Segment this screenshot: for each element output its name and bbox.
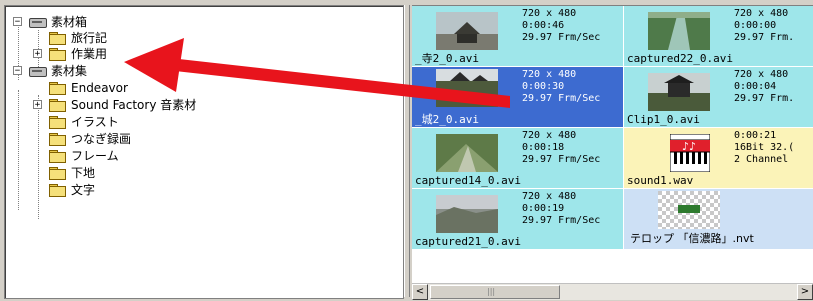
clip-info: 720 x 480 0:00:30 29.97 Frm/Sec — [522, 69, 601, 104]
tree-item-sozaibako[interactable]: − 素材箱 — [13, 14, 113, 30]
video-thumbnail — [436, 69, 498, 107]
clip-filename: captured21_0.avi — [415, 235, 521, 248]
clip-cell[interactable]: 720 x 480 0:00:18 29.97 Frm/Sec captured… — [412, 128, 624, 189]
folder-icon — [49, 184, 66, 197]
horizontal-scrollbar[interactable]: < > — [412, 283, 813, 300]
clip-info: 720 x 480 0:00:18 29.97 Frm/Sec — [522, 130, 601, 165]
clip-filename: _城2_0.avi — [415, 113, 479, 126]
folder-icon — [49, 116, 66, 129]
scroll-thumb[interactable] — [430, 285, 560, 299]
folder-icon — [49, 133, 66, 146]
clip-cell[interactable]: 720 x 480 0:00:00 29.97 Frm. captured22_… — [624, 6, 813, 67]
tree-item-label: Sound Factory 音素材 — [71, 98, 197, 112]
telop-thumbnail — [658, 191, 720, 229]
clip-info: 720 x 480 0:00:19 29.97 Frm/Sec — [522, 191, 601, 226]
tree-item-tsunagi[interactable]: つなぎ録画 — [13, 131, 163, 147]
video-thumbnail — [436, 134, 498, 172]
clip-filename: captured14_0.avi — [415, 174, 521, 187]
folder-icon — [49, 150, 66, 163]
clip-filename: captured22_0.avi — [627, 52, 733, 65]
folder-tree-panel[interactable]: − 素材箱 旅行記 + 作業用 − 素材集 Endeavor + Sound F… — [4, 5, 404, 299]
expand-icon[interactable]: + — [33, 49, 42, 59]
tree-item-label: イラスト — [71, 115, 119, 129]
clip-filename: Clip1_0.avi — [627, 113, 700, 126]
folder-icon — [49, 99, 66, 112]
tree-item-label: 素材箱 — [51, 15, 88, 29]
expand-icon[interactable]: + — [33, 100, 42, 110]
folder-icon — [49, 167, 66, 180]
tree-item-shitaji[interactable]: 下地 — [13, 165, 163, 181]
clip-cell[interactable]: 720 x 480 0:00:04 29.97 Frm. Clip1_0.avi — [624, 67, 813, 128]
clip-cell-audio[interactable]: ♪♪ 0:00:21 16Bit 32.( 2 Channel sound1.w… — [624, 128, 813, 189]
scroll-left-button[interactable]: < — [412, 284, 428, 300]
clip-cell[interactable]: 720 x 480 0:00:46 29.97 Frm/Sec _寺2_0.av… — [412, 6, 624, 67]
folder-icon — [49, 32, 66, 45]
tree-item-sagyoyo[interactable]: + 作業用 — [13, 46, 133, 62]
clip-cell-telop[interactable]: テロップ 「信濃路」.nvt — [624, 189, 813, 250]
tree-item-label: 旅行記 — [71, 31, 108, 45]
drive-icon — [29, 67, 47, 77]
clip-info: 0:00:21 16Bit 32.( 2 Channel — [734, 130, 795, 165]
clip-grid[interactable]: 720 x 480 0:00:46 29.97 Frm/Sec _寺2_0.av… — [412, 5, 813, 284]
video-thumbnail — [436, 12, 498, 50]
tree-item-label: フレーム — [71, 149, 119, 163]
clip-info: 720 x 480 0:00:00 29.97 Frm. — [734, 8, 795, 43]
folder-icon — [49, 82, 66, 95]
music-file-icon: ♪♪ — [670, 134, 710, 172]
tree-item-ryokoki[interactable]: 旅行記 — [13, 30, 133, 46]
tree-item-label: 文字 — [71, 183, 96, 197]
collapse-icon[interactable]: − — [13, 17, 22, 27]
tree-item-endeavor[interactable]: Endeavor — [13, 80, 163, 96]
clip-filename: sound1.wav — [627, 174, 694, 187]
clip-filename: テロップ 「信濃路」.nvt — [630, 232, 754, 245]
tree-item-sound-factory[interactable]: + Sound Factory 音素材 — [13, 97, 233, 113]
tree-item-illust[interactable]: イラスト — [13, 114, 163, 130]
scroll-right-button[interactable]: > — [797, 284, 813, 300]
folder-open-icon — [49, 48, 66, 61]
tree-item-label: 作業用 — [71, 47, 108, 61]
video-thumbnail — [648, 73, 710, 111]
clip-cell-selected[interactable]: 720 x 480 0:00:30 29.97 Frm/Sec _城2_0.av… — [412, 67, 624, 128]
drive-icon — [29, 18, 47, 28]
tree-item-label: Endeavor — [71, 81, 128, 95]
clip-info: 720 x 480 0:00:04 29.97 Frm. — [734, 69, 795, 104]
clip-filename: _寺2_0.avi — [415, 52, 479, 65]
tree-item-label: つなぎ録画 — [71, 132, 132, 146]
tree-item-sozaishu[interactable]: − 素材集 — [13, 63, 113, 79]
video-thumbnail — [648, 12, 710, 50]
video-thumbnail — [436, 195, 498, 233]
clip-cell[interactable]: 720 x 480 0:00:19 29.97 Frm/Sec captured… — [412, 189, 624, 250]
clip-info: 720 x 480 0:00:46 29.97 Frm/Sec — [522, 8, 601, 43]
tree-item-label: 下地 — [71, 166, 96, 180]
collapse-icon[interactable]: − — [13, 66, 22, 76]
tree-item-label: 素材集 — [51, 64, 88, 78]
pane-splitter[interactable] — [404, 5, 410, 297]
svg-text:♪♪: ♪♪ — [682, 140, 696, 153]
tree-item-frame[interactable]: フレーム — [13, 148, 163, 164]
tree-item-moji[interactable]: 文字 — [13, 182, 163, 198]
